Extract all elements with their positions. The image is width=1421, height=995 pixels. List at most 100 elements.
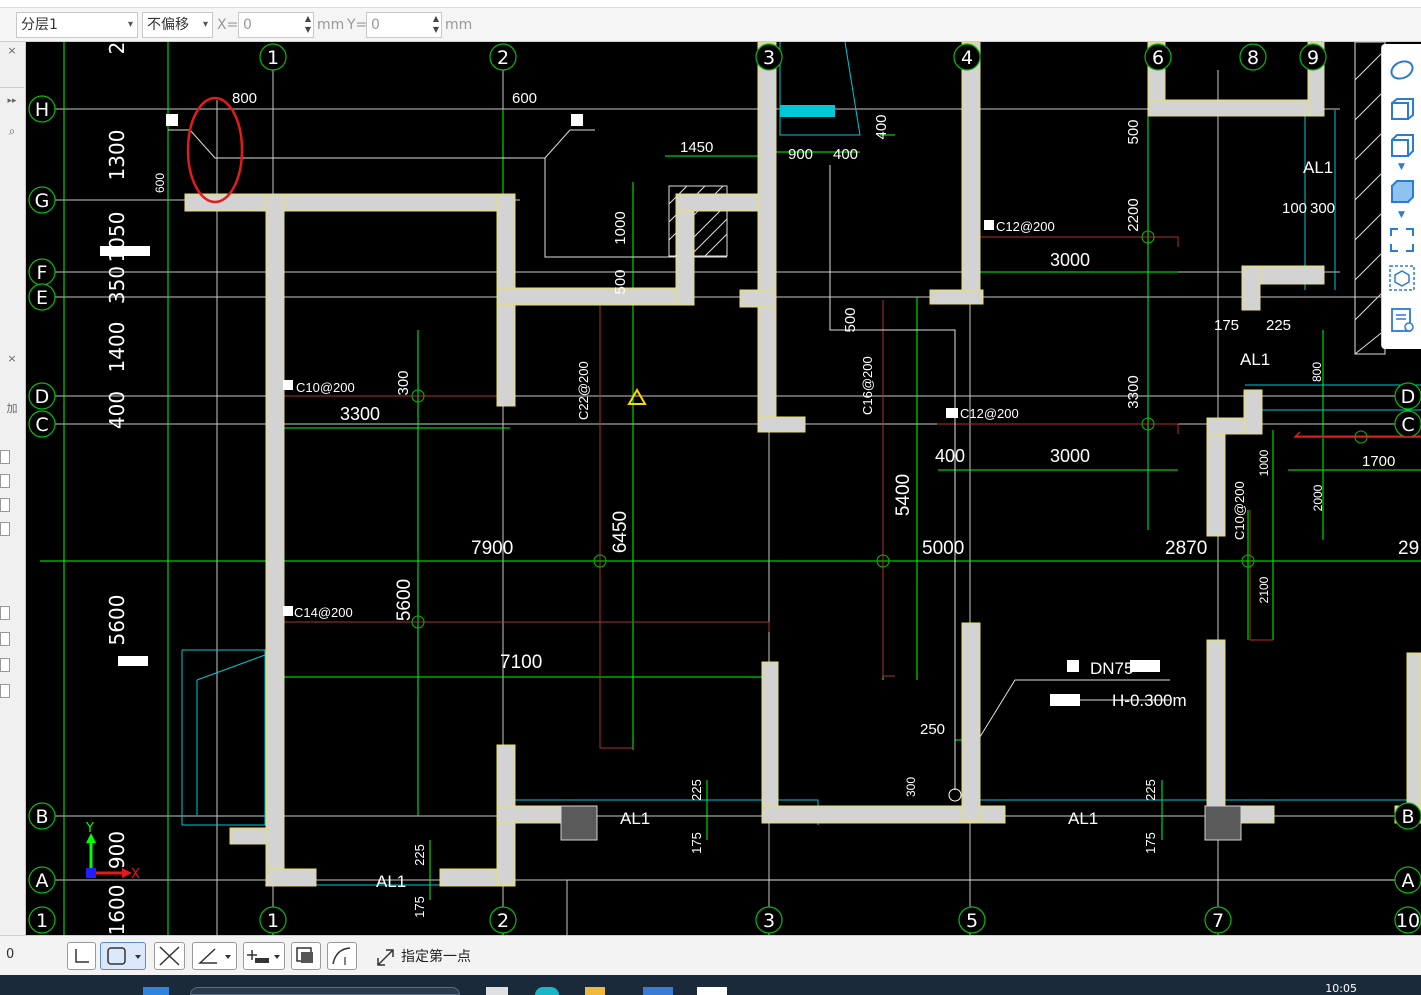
expand-icon[interactable]: ▸▸ xyxy=(0,96,24,106)
column-block xyxy=(1204,805,1242,841)
rebar-tag: C10@200 xyxy=(296,380,355,395)
dimension-text: 3300 xyxy=(1125,375,1142,408)
cad-app-icon[interactable] xyxy=(697,987,727,995)
curve-tool-button[interactable] xyxy=(327,942,357,970)
cross-icon xyxy=(159,946,180,966)
pipe-label: DN75 xyxy=(1090,659,1133,678)
offset-select-value: 不偏移 xyxy=(147,17,189,33)
angle-tool-button[interactable] xyxy=(192,942,237,970)
drain-symbol xyxy=(948,788,962,802)
cad-canvas[interactable]: 1 2 3 4 6 8 9 H G F E D C B A 1 1 2 3 5 … xyxy=(26,42,1421,935)
dimension-text: 300 xyxy=(904,777,918,797)
spin-arrows-icon[interactable]: ▲ ▼ xyxy=(433,13,439,35)
top-toolbar: 分层1 ▾ 不偏移 ▾ X= 0 ▲ ▼ mm Y= 0 ▲ ▼ mm xyxy=(0,0,1421,42)
rectangle-icon xyxy=(107,947,141,965)
ucs-x-label: X xyxy=(131,867,140,882)
panel-separator xyxy=(0,62,24,88)
axis-label-top: 9 xyxy=(1307,47,1319,69)
view-3d-icon[interactable] xyxy=(1388,96,1416,124)
dimension-text: 1700 xyxy=(1362,453,1395,470)
axis-label-bottom: 5 xyxy=(966,910,978,932)
dimension-text: 500 xyxy=(612,269,629,294)
axis-label-top: 2 xyxy=(105,42,129,54)
dimension-text: 600 xyxy=(512,90,537,107)
layer-select[interactable]: 分层1 ▾ xyxy=(16,12,138,38)
chevron-down-icon[interactable]: ▼ xyxy=(1398,210,1405,220)
wall-tag: AL1 xyxy=(376,872,406,891)
offset-select[interactable]: 不偏移 ▾ xyxy=(142,12,213,38)
search-box[interactable] xyxy=(190,987,460,995)
view-toolbar: ▼ ▼ xyxy=(1381,44,1421,349)
x-unit: mm xyxy=(317,17,345,33)
folder-icon[interactable] xyxy=(585,987,605,995)
cube-solid-icon[interactable] xyxy=(1388,178,1416,206)
windows-start-icon[interactable] xyxy=(143,987,169,995)
x-value: 0 xyxy=(243,17,252,33)
dimension-text: 400 xyxy=(935,446,965,466)
axis-label-top: 6 xyxy=(1152,47,1164,69)
axis-label-left: G xyxy=(35,190,50,212)
dimension-text: 3000 xyxy=(1050,250,1090,270)
dimension-text: 400 xyxy=(105,391,129,429)
dimension-text: 1000 xyxy=(1257,449,1271,476)
dimension-text: 175 xyxy=(1143,832,1158,854)
spin-arrows-icon[interactable]: ▲ ▼ xyxy=(305,13,311,35)
cross-tool-button[interactable] xyxy=(154,942,185,970)
orbit-icon[interactable] xyxy=(1388,56,1416,84)
checkbox[interactable] xyxy=(0,658,10,672)
close-icon[interactable]: × xyxy=(0,352,24,365)
checkbox[interactable] xyxy=(0,450,10,464)
ortho-button[interactable] xyxy=(67,942,96,970)
left-panel: × ▸▸ ⌕ × 加 xyxy=(0,42,26,935)
axis-label-left: A xyxy=(36,870,49,892)
monitor-icon xyxy=(296,947,313,963)
axis-label-top: 8 xyxy=(1247,47,1259,69)
search-icon[interactable]: ⌕ xyxy=(0,124,24,139)
dimension-text: 5000 xyxy=(922,538,964,559)
checkbox[interactable] xyxy=(0,632,10,646)
dimension-text: 1000 xyxy=(612,211,629,244)
dimension-text: 5400 xyxy=(893,474,914,516)
view-box-icon[interactable] xyxy=(1388,264,1416,292)
browser-icon[interactable] xyxy=(535,987,559,995)
wall-tag: AL1 xyxy=(620,809,650,828)
y-coordinate-input[interactable]: 0 ▲ ▼ xyxy=(366,12,442,38)
axis-label-top: 2 xyxy=(497,47,509,69)
x-coordinate-input[interactable]: 0 ▲ ▼ xyxy=(238,12,314,38)
task-view-icon[interactable] xyxy=(486,987,508,995)
dimension-text: 300 xyxy=(1310,200,1335,217)
rebar-tag: C12@200 xyxy=(960,406,1019,421)
dimension-text: 400 xyxy=(833,146,858,163)
checkbox[interactable] xyxy=(0,684,10,698)
close-icon[interactable]: × xyxy=(0,44,24,57)
wall-tag: AL1 xyxy=(1240,350,1270,369)
app-icon[interactable] xyxy=(643,987,673,995)
cad-drawing[interactable]: 1 2 3 4 6 8 9 H G F E D C B A 1 1 2 3 5 … xyxy=(26,42,1421,935)
dimension-text: 6450 xyxy=(610,511,631,553)
dimension-text: 600 xyxy=(153,173,167,193)
dimension-text: 400 xyxy=(873,114,890,139)
panel-item-add[interactable]: 加 xyxy=(0,400,24,416)
chevron-down-icon[interactable]: ▼ xyxy=(1398,162,1405,172)
axis-label-right: C xyxy=(1401,414,1414,436)
checkbox[interactable] xyxy=(0,474,10,488)
fullscreen-icon[interactable] xyxy=(1388,226,1416,254)
dimension-text: 225 xyxy=(1143,779,1158,801)
cube-wire-icon[interactable] xyxy=(1388,132,1416,160)
checkbox[interactable] xyxy=(0,498,10,512)
checkbox[interactable] xyxy=(0,522,10,536)
dimension-text: 100 xyxy=(1282,200,1307,217)
rectangle-tool-button[interactable] xyxy=(100,942,146,970)
axis-label-right: B xyxy=(1401,806,1414,828)
dimension-text: 1400 xyxy=(105,322,129,373)
snap-tool-button[interactable] xyxy=(243,942,285,970)
checkbox[interactable] xyxy=(0,606,10,620)
highlight-circle xyxy=(186,96,244,204)
properties-icon[interactable] xyxy=(1388,306,1416,334)
dimension-text: 225 xyxy=(689,779,704,801)
dimension-text: 500 xyxy=(1125,119,1142,144)
display-tool-button[interactable] xyxy=(291,942,321,970)
dimension-text: 350 xyxy=(105,266,129,304)
axis-label-bottom: 1 xyxy=(36,910,48,932)
dimension-text: 800 xyxy=(232,90,257,107)
